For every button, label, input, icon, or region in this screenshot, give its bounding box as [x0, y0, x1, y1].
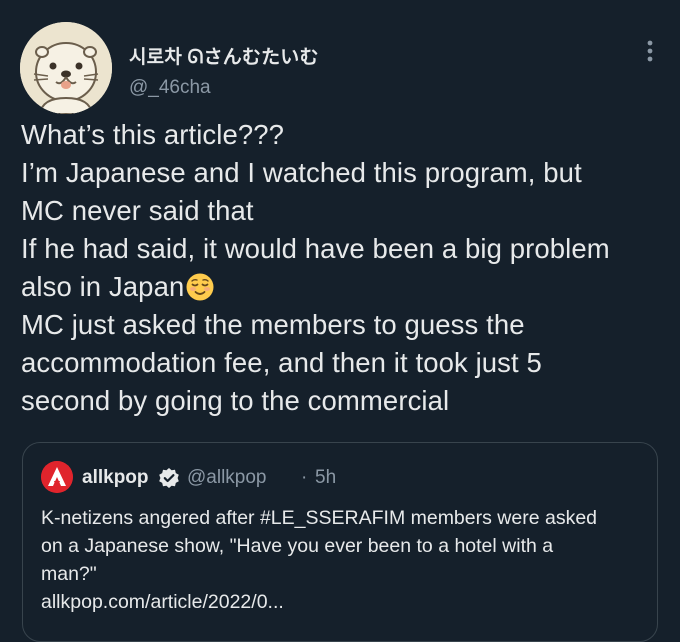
tweet-line: I’m Japanese and I watched this program,…: [21, 157, 582, 188]
quoted-author-handle: @allkpop: [187, 467, 267, 488]
quoted-tweet-text: K-netizens angered after #LE_SSERAFIM me…: [41, 504, 651, 616]
tweet-body: What’s this article??? I’m Japanese and …: [21, 116, 671, 420]
author-handle[interactable]: @_46cha: [129, 77, 211, 99]
verified-badge-icon: [158, 467, 180, 489]
quoted-timestamp[interactable]: 5h: [315, 467, 336, 489]
quoted-line: K-netizens angered after #LE_SSERAFIM me…: [41, 507, 598, 529]
quoted-author-name: allkpop: [82, 467, 149, 488]
tweet-line: MC never said that: [21, 195, 254, 226]
allkpop-logo-icon: [41, 461, 73, 493]
quoted-tweet-card[interactable]: allkpop @allkpop · 5h K-netizens angered…: [22, 442, 658, 642]
more-vertical-icon[interactable]: [638, 38, 662, 64]
tweet-line: MC just asked the members to guess the: [21, 309, 525, 340]
tweet-line: What’s this article???: [21, 119, 285, 150]
otter-avatar-illustration: [20, 22, 112, 114]
quoted-line: on a Japanese show, "Have you ever been …: [41, 535, 554, 557]
relieved-face-emoji-icon: [185, 272, 215, 302]
author-avatar[interactable]: [20, 22, 112, 114]
tweet-line: second by going to the commercial: [21, 385, 450, 416]
author-name[interactable]: 시로차 ᘏさんむたいむ: [129, 42, 319, 69]
quoted-link[interactable]: allkpop.com/article/2022/0...: [41, 588, 651, 616]
tweet-line: accommodation fee, and then it took just…: [21, 347, 542, 378]
separator-dot: ·: [301, 467, 308, 488]
tweet-line: If he had said, it would have been a big…: [21, 233, 610, 264]
quoted-line: man?": [41, 563, 97, 585]
tweet-line-text: also in Japan: [21, 271, 185, 302]
tweet: 시로차 ᘏさんむたいむ @_46cha What’s this article?…: [0, 0, 680, 642]
tweet-line-with-emoji: also in Japan: [21, 268, 671, 306]
